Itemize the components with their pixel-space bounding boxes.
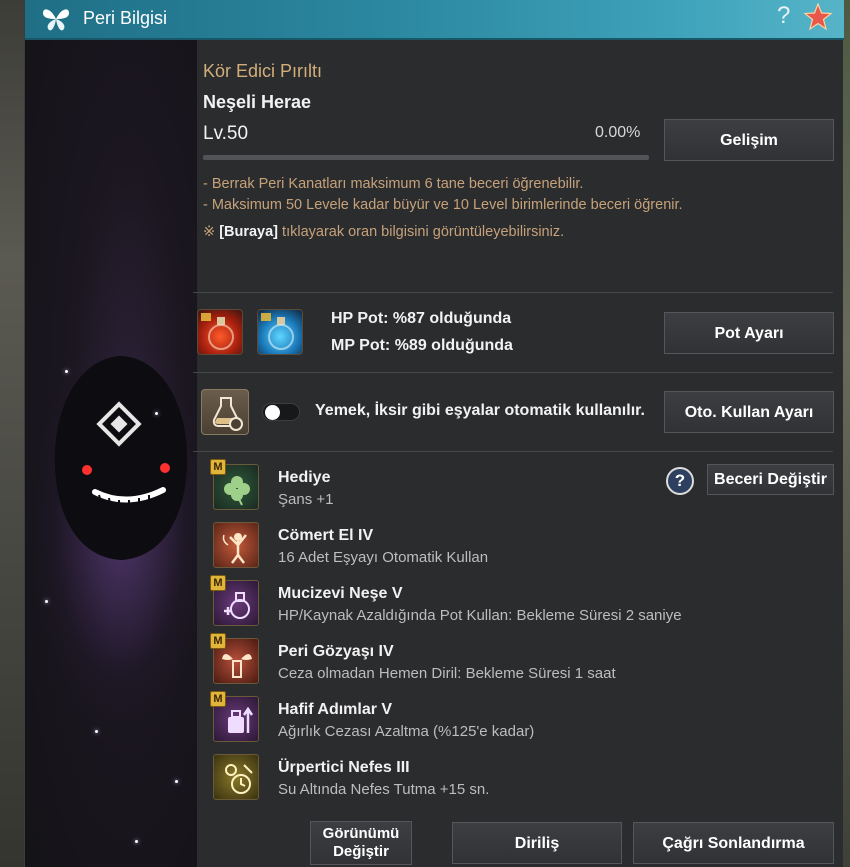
skill-name: Hediye: [278, 469, 331, 486]
flask-gear-icon: [212, 397, 243, 431]
sparkle: [175, 780, 178, 783]
toggle-knob: [265, 405, 280, 420]
appearance-label-line-2: Değiştir: [333, 843, 389, 860]
mp-potion-icon[interactable]: [257, 309, 303, 355]
master-badge: M: [210, 691, 226, 707]
note-line-1: - Berrak Peri Kanatları maksimum 6 tane …: [203, 176, 584, 192]
skills-help-icon[interactable]: ?: [666, 467, 694, 495]
sparkle: [45, 600, 48, 603]
background-right: [843, 0, 850, 867]
change-skill-button[interactable]: Beceri Değiştir: [707, 464, 834, 495]
skill-description: HP/Kaynak Azaldığında Pot Kullan: Beklem…: [278, 607, 682, 624]
star-favorite-icon[interactable]: [803, 2, 833, 32]
note-suffix: tıklayarak oran bilgisini görüntüleyebil…: [278, 224, 565, 240]
skill-description: Ağırlık Cezası Azaltma (%125'e kadar): [278, 723, 535, 740]
sparkle: [65, 370, 68, 373]
rate-info-note: ※ [Buraya] tıklayarak oran bilgisini gör…: [203, 224, 564, 240]
pet-name: Neşeli Herae: [203, 92, 312, 112]
fairy-icon[interactable]: [213, 522, 259, 568]
dismiss-pet-button[interactable]: Çağrı Sonlandırma: [633, 822, 834, 864]
master-badge: M: [210, 633, 226, 649]
pet-blob-image: [54, 356, 188, 560]
potion-flask-icon: [261, 313, 294, 350]
master-badge: M: [210, 575, 226, 591]
divider: [193, 451, 833, 452]
change-appearance-button[interactable]: Görünümü Değiştir: [310, 821, 412, 865]
fairy-glyph: [222, 533, 247, 564]
sparkle: [135, 840, 138, 843]
divider: [193, 292, 833, 293]
growth-button[interactable]: Gelişim: [664, 119, 834, 161]
breath-timer-glyph: [225, 764, 253, 794]
pet-info-window: Peri Bilgisi ? Kör Edici Pırıltı Neşeli …: [24, 0, 844, 867]
pet-level: Lv.50: [203, 123, 249, 144]
breath-timer-icon[interactable]: [213, 754, 259, 800]
appearance-label-line-1: Görünümü: [322, 825, 400, 842]
help-icon[interactable]: ?: [777, 2, 790, 30]
hp-potion-icon[interactable]: [197, 309, 243, 355]
level-progress-text: 0.00%: [595, 124, 641, 141]
pet-title: Kör Edici Pırıltı: [203, 61, 323, 81]
skill-description: Ceza olmadan Hemen Diril: Bekleme Süresi…: [278, 665, 616, 682]
skill-name: Cömert El IV: [278, 527, 374, 544]
skill-description: Su Altında Nefes Tutma +15 sn.: [278, 781, 490, 798]
skill-name: Peri Gözyaşı IV: [278, 643, 394, 660]
skill-description: 16 Adet Eşyayı Otomatik Kullan: [278, 549, 489, 566]
mp-potion-setting: MP Pot: %89 olduğunda: [331, 337, 513, 354]
auto-use-description: Yemek, İksir gibi eşyalar otomatik kulla…: [315, 402, 645, 419]
revive-button[interactable]: Diriliş: [452, 822, 622, 864]
sparkle: [95, 730, 98, 733]
background-left: [0, 0, 24, 867]
hp-potion-setting: HP Pot: %87 olduğunda: [331, 310, 512, 327]
note-prefix: ※: [203, 224, 220, 240]
auto-use-icon[interactable]: [201, 389, 249, 435]
skill-name: Ürpertici Nefes III: [278, 759, 410, 776]
level-progress-bar: [203, 155, 649, 160]
auto-use-toggle[interactable]: [262, 403, 300, 421]
divider: [193, 372, 833, 373]
skill-name: Hafif Adımlar V: [278, 701, 393, 718]
butterfly-icon: [43, 9, 69, 31]
window-title: Peri Bilgisi: [83, 8, 168, 28]
auto-use-settings-button[interactable]: Oto. Kullan Ayarı: [664, 391, 834, 433]
skill-name: Mucizevi Neşe V: [278, 585, 403, 602]
title-bar[interactable]: Peri Bilgisi ?: [25, 0, 844, 40]
master-badge: M: [210, 459, 226, 475]
potion-settings-button[interactable]: Pot Ayarı: [664, 312, 834, 354]
pet-portrait: [25, 40, 197, 867]
rate-info-link[interactable]: [Buraya]: [219, 224, 278, 240]
skill-description: Şans +1: [278, 491, 334, 508]
note-line-2: - Maksimum 50 Levele kadar büyür ve 10 L…: [203, 197, 683, 213]
potion-flask-icon: [201, 313, 234, 350]
sparkle: [155, 412, 158, 415]
